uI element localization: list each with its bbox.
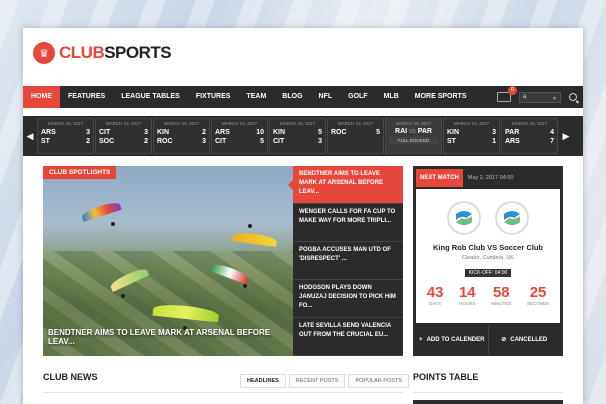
team-logo-icon[interactable] xyxy=(495,201,529,235)
side-news-item[interactable]: Hodgson plays down Januzaj decision to p… xyxy=(293,280,403,318)
nav-item-mlb[interactable]: MLB xyxy=(376,86,407,108)
countdown-seconds: 25 xyxy=(529,284,547,301)
points-table-header xyxy=(413,400,563,404)
status-badge: FULL BOOKED xyxy=(389,137,438,144)
nav-item-home[interactable]: Home xyxy=(23,86,60,108)
language-select[interactable]: a ▼ xyxy=(519,91,561,103)
page-frame: ♛ CLUBSPORTS Home Features League Tables… xyxy=(23,28,583,404)
side-news-item[interactable]: Pogba accuses Man Utd of 'disrespect' ..… xyxy=(293,242,403,280)
ticker-match-upcoming[interactable]: MARCH 19, 2017 RAI VS PAR FULL BOOKED xyxy=(385,118,442,154)
chevron-right-icon[interactable]: ▶ xyxy=(559,116,573,156)
hero-title[interactable]: Bendtner aims to leave mark at Arsenal b… xyxy=(48,328,293,346)
club-news-title: Club News xyxy=(43,372,98,382)
ticker-match[interactable]: MARCH 19, 2017 KIN 3 ST 1 xyxy=(443,118,500,154)
cancelled-button[interactable]: ⊘ Cancelled xyxy=(487,325,561,355)
logo-prefix: CLUB xyxy=(59,43,105,62)
nav-item-more-sports[interactable]: More Sports xyxy=(407,86,475,108)
kickoff-badge: KICK-OFF: 04:00 xyxy=(464,269,512,277)
score-ticker: ◀ MARCH 19, 2017 ARS 3 ST 2 MARCH 19, 2017… xyxy=(23,116,583,156)
ticker-match[interactable]: MARCH 19, 2017 ROC 5 xyxy=(327,118,384,154)
cart-icon[interactable]: 0 xyxy=(497,86,517,102)
tab-headlines[interactable]: Headlines xyxy=(240,374,286,388)
nav-item-golf[interactable]: Golf xyxy=(340,86,375,108)
nav-item-team[interactable]: Team xyxy=(238,86,274,108)
tab-recent-posts[interactable]: Recent Posts xyxy=(288,374,346,388)
countdown-minutes: 58 xyxy=(492,284,510,301)
countdown-days: 43 xyxy=(426,284,444,301)
nav-item-nfl[interactable]: NFL xyxy=(311,86,341,108)
news-tabs: Headlines Recent Posts Popular Posts xyxy=(240,374,409,388)
next-match-place: Cleator, Cumbria, UK xyxy=(462,255,514,261)
divider xyxy=(413,392,563,393)
parachute-image xyxy=(232,230,278,248)
tab-popular-posts[interactable]: Popular Posts xyxy=(348,374,409,388)
plus-icon: + xyxy=(419,337,423,343)
side-news-list: Bendtner aims to leave mark at Arsenal b… xyxy=(288,166,403,356)
side-news-item[interactable]: Bendtner aims to leave mark at Arsenal b… xyxy=(288,166,403,204)
site-logo[interactable]: ♛ CLUBSPORTS xyxy=(33,42,172,64)
ticker-match[interactable]: MARCH 19, 2017 ARS 10 CIT 5 xyxy=(211,118,268,154)
logo-suffix: SPORTS xyxy=(104,43,172,62)
divider xyxy=(43,392,403,393)
ticker-match[interactable]: MARCH 19, 2017 KIN 5 CIT 3 xyxy=(269,118,326,154)
cancel-icon: ⊘ xyxy=(501,337,507,343)
search-icon[interactable] xyxy=(569,93,577,101)
add-to-calendar-button[interactable]: + Add to Calender xyxy=(416,325,488,355)
cart-count-badge: 0 xyxy=(508,86,517,95)
side-news-item[interactable]: Wenger calls for FA Cup to make way for … xyxy=(293,204,403,242)
next-match-date: May 2, 2017 04:00 xyxy=(467,175,514,181)
side-news-item[interactable]: Late Sevilla send Valencia out from the … xyxy=(293,318,403,356)
next-match-label: Next Match xyxy=(416,169,463,187)
language-value: a xyxy=(523,93,527,100)
next-match-teams: King Rob Club VS Soccer Club xyxy=(432,243,543,252)
team-logo-icon[interactable] xyxy=(447,201,481,235)
ticker-match[interactable]: MARCH 19, 2017 KIN 2 ROC 3 xyxy=(153,118,210,154)
nav-item-fixtures[interactable]: Fixtures xyxy=(188,86,239,108)
hero-category-label[interactable]: Club Spotlights xyxy=(43,166,117,179)
hero-slide[interactable]: Club Spotlights Bendtner aims to leave m… xyxy=(43,166,293,356)
next-match-widget: Next Match May 2, 2017 04:00 King Rob Cl… xyxy=(413,166,563,356)
nav-item-league-tables[interactable]: League Tables xyxy=(113,86,188,108)
chevron-down-icon: ▼ xyxy=(552,95,557,102)
parachute-image xyxy=(80,200,122,222)
nav-item-blog[interactable]: Blog xyxy=(274,86,310,108)
countdown: 43 Days 14 Hours 58 Minutes 25 Seconds xyxy=(426,284,550,306)
main-nav: Home Features League Tables Fixtures Tea… xyxy=(23,86,583,108)
ticker-match[interactable]: MARCH 19, 2017 CIT 3 SOC 2 xyxy=(95,118,152,154)
ticker-match[interactable]: MARCH 19, 2017 ARS 3 ST 2 xyxy=(37,118,94,154)
nav-item-features[interactable]: Features xyxy=(60,86,113,108)
chevron-left-icon[interactable]: ◀ xyxy=(23,116,37,156)
ticker-match[interactable]: MARCH 19, 2017 PAR 4 ARS 7 xyxy=(501,118,558,154)
crown-icon: ♛ xyxy=(33,42,55,64)
countdown-hours: 14 xyxy=(458,284,476,301)
points-table-title: Points Table xyxy=(413,372,479,382)
